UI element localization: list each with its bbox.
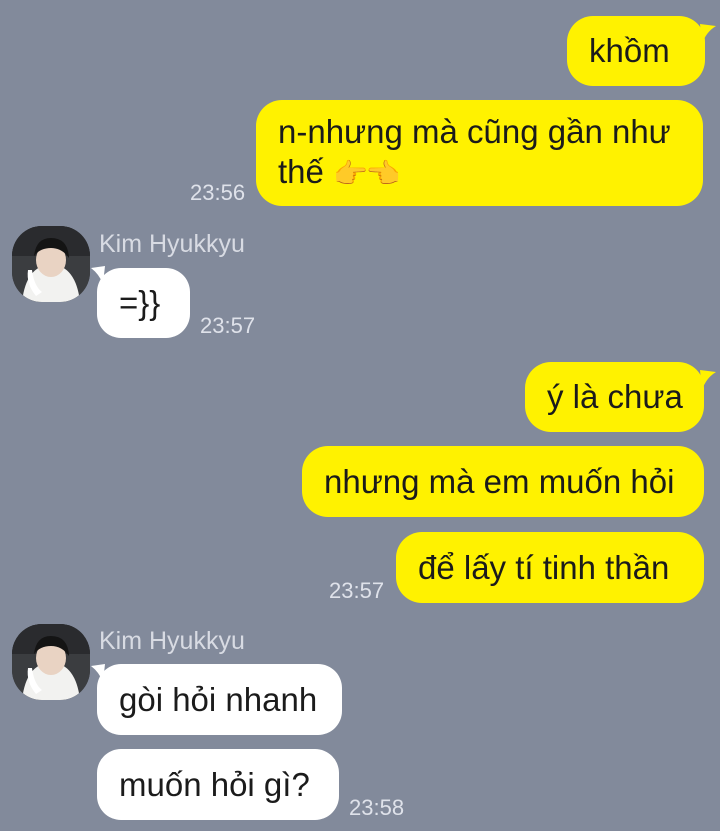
received-message-bubble[interactable]: gòi hỏi nhanh <box>97 664 342 735</box>
pointing-fingers-emoji: 👉👈 <box>333 158 401 189</box>
bubble-tail <box>700 370 716 390</box>
profile-photo-icon <box>12 226 90 302</box>
avatar[interactable] <box>12 624 90 700</box>
message-text: để lấy tí tinh thần <box>418 548 670 586</box>
received-message-bubble[interactable]: muốn hỏi gì? <box>97 749 339 820</box>
sender-name: Kim Hyukkyu <box>99 230 245 258</box>
message-text: muốn hỏi gì? <box>119 765 310 803</box>
sent-message-bubble[interactable]: nhưng mà em muốn hỏi <box>302 446 704 517</box>
avatar[interactable] <box>12 226 90 302</box>
sent-message-bubble[interactable]: để lấy tí tinh thần <box>396 532 704 603</box>
received-message-bubble[interactable]: =}} <box>97 268 190 338</box>
message-text: nhưng mà em muốn hỏi <box>324 462 675 500</box>
chat-area[interactable]: khồm n-nhưng mà cũng gần như thế 👉👈 23:5… <box>0 0 720 831</box>
message-time: 23:56 <box>190 180 246 205</box>
sent-message-bubble[interactable]: n-nhưng mà cũng gần như thế 👉👈 <box>256 100 703 206</box>
bubble-tail <box>700 24 716 44</box>
message-text: gòi hỏi nhanh <box>119 680 318 718</box>
message-text: khồm <box>589 32 670 69</box>
profile-photo-icon <box>12 624 90 700</box>
message-time: 23:57 <box>329 578 385 603</box>
sender-name: Kim Hyukkyu <box>99 627 245 655</box>
message-text: ý là chưa <box>547 378 683 415</box>
message-time: 23:58 <box>349 795 405 820</box>
message-time: 23:57 <box>200 313 256 338</box>
message-text: n-nhưng mà cũng gần như thế 👉👈 <box>278 113 671 190</box>
sent-message-bubble[interactable]: ý là chưa <box>525 362 704 432</box>
message-text: =}} <box>119 284 161 321</box>
sent-message-bubble[interactable]: khồm <box>567 16 705 86</box>
